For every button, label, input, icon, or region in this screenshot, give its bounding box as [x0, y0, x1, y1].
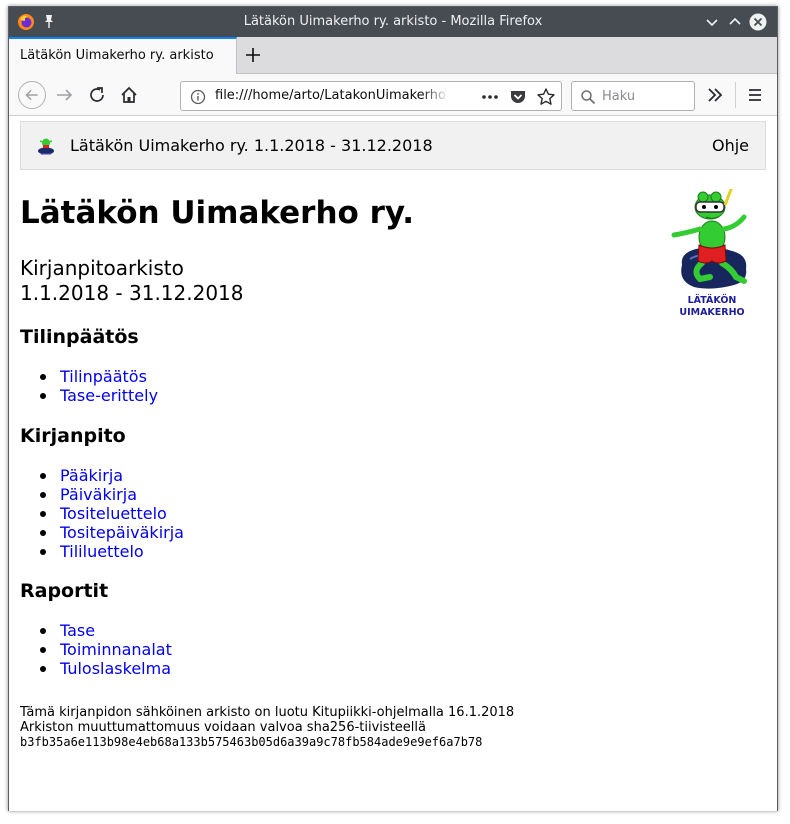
section-title-tilinpaatos: Tilinpäätös — [20, 326, 139, 348]
frog-club-logo: LÄTÄKÖN UIMAKERHO — [671, 189, 747, 318]
list-item: Tositeluettelo — [40, 504, 184, 523]
hamburger-menu-icon[interactable] — [745, 85, 765, 105]
search-input[interactable] — [602, 86, 690, 106]
back-arrow-icon[interactable] — [18, 81, 46, 109]
list-item: Tuloslaskelma — [40, 659, 172, 678]
url-bar[interactable]: file:///home/arto/LatakonUimakerhory — [180, 81, 562, 111]
link-tase-erittely[interactable]: Tase-erittely — [60, 386, 158, 405]
toolbar-separator — [735, 82, 736, 108]
list-item: Tositepäiväkirja — [40, 523, 184, 542]
link-paakirja[interactable]: Pääkirja — [60, 466, 123, 485]
link-tilinpaatos[interactable]: Tilinpäätös — [60, 367, 147, 386]
footer-line1: Tämä kirjanpidon sähköinen arkisto on lu… — [20, 705, 515, 720]
title-bar: Lätäkön Uimakerho ry. arkisto - Mozilla … — [9, 7, 777, 37]
double-chevron-icon[interactable] — [705, 85, 725, 105]
link-toiminnanalat[interactable]: Toiminnanalat — [60, 640, 172, 659]
url-text[interactable]: file:///home/arto/LatakonUimakerhory — [215, 88, 447, 103]
tab-strip: Lätäkön Uimakerho ry. arkisto — [9, 37, 777, 74]
link-tase[interactable]: Tase — [60, 621, 95, 640]
frog-mini-logo-icon — [38, 138, 54, 155]
reload-icon[interactable] — [83, 81, 111, 109]
window-title: Lätäkön Uimakerho ry. arkisto - Mozilla … — [243, 14, 543, 29]
subtitle-line1: Kirjanpitoarkisto — [20, 256, 184, 280]
tab-label: Lätäkön Uimakerho ry. arkisto — [20, 48, 214, 63]
help-link[interactable]: Ohje — [712, 136, 749, 155]
minimize-icon[interactable] — [703, 13, 721, 31]
page-header-title: Lätäkön Uimakerho ry. 1.1.2018 - 31.12.2… — [70, 136, 433, 155]
list-item: Tase — [40, 621, 172, 640]
pocket-icon[interactable] — [509, 88, 527, 106]
page-header-bar: Lätäkön Uimakerho ry. 1.1.2018 - 31.12.2… — [20, 121, 766, 170]
new-tab-plus-icon[interactable] — [241, 43, 265, 67]
list-item: Tililuettelo — [40, 542, 184, 561]
forward-arrow-icon[interactable] — [51, 81, 79, 109]
close-icon[interactable] — [749, 13, 767, 31]
list-item: Päiväkirja — [40, 485, 184, 504]
page-content: Lätäkön Uimakerho ry. 1.1.2018 - 31.12.2… — [9, 117, 777, 811]
link-list-raportit: Tase Toiminnanalat Tuloslaskelma — [40, 621, 172, 678]
list-item: Pääkirja — [40, 466, 184, 485]
browser-window: Lätäkön Uimakerho ry. arkisto - Mozilla … — [8, 6, 778, 811]
footer-line2: Arkiston muuttumattomuus voidaan valvoa … — [20, 720, 426, 735]
subtitle-line2: 1.1.2018 - 31.12.2018 — [20, 281, 244, 305]
page-title: Lätäkön Uimakerho ry. — [20, 195, 415, 231]
archive-subtitle: Kirjanpitoarkisto 1.1.2018 - 31.12.2018 — [20, 256, 244, 306]
link-tositeluettelo[interactable]: Tositeluettelo — [60, 504, 167, 523]
link-tuloslaskelma[interactable]: Tuloslaskelma — [60, 659, 171, 678]
section-title-kirjanpito: Kirjanpito — [20, 425, 126, 447]
tab-active[interactable]: Lätäkön Uimakerho ry. arkisto — [9, 37, 237, 74]
logo-text-line2: UIMAKERHO — [679, 307, 744, 318]
logo-text-line1: LÄTÄKÖN — [688, 295, 737, 306]
search-bar[interactable] — [571, 81, 695, 111]
info-icon[interactable] — [190, 89, 206, 105]
home-icon[interactable] — [115, 81, 143, 109]
star-icon[interactable] — [536, 87, 556, 107]
link-tositepaivakirja[interactable]: Tositepäiväkirja — [60, 523, 184, 542]
list-item: Tilinpäätös — [40, 367, 158, 386]
link-paivakirja[interactable]: Päiväkirja — [60, 485, 137, 504]
navigation-toolbar: file:///home/arto/LatakonUimakerhory — [9, 74, 777, 116]
maximize-icon[interactable] — [726, 13, 744, 31]
sha256-hash: b3fb35a6e113b98e4eb68a133b575463b05d6a39… — [20, 735, 483, 749]
archive-footer: Tämä kirjanpidon sähköinen arkisto on lu… — [20, 705, 514, 750]
url-fade — [421, 84, 449, 108]
link-tililuettelo[interactable]: Tililuettelo — [60, 542, 144, 561]
list-item: Tase-erittely — [40, 386, 158, 405]
list-item: Toiminnanalat — [40, 640, 172, 659]
search-icon — [581, 90, 596, 105]
link-list-tilinpaatos: Tilinpäätös Tase-erittely — [40, 367, 158, 405]
link-list-kirjanpito: Pääkirja Päiväkirja Tositeluettelo Tosit… — [40, 466, 184, 561]
ellipsis-icon[interactable] — [480, 88, 500, 106]
section-title-raportit: Raportit — [20, 580, 109, 602]
